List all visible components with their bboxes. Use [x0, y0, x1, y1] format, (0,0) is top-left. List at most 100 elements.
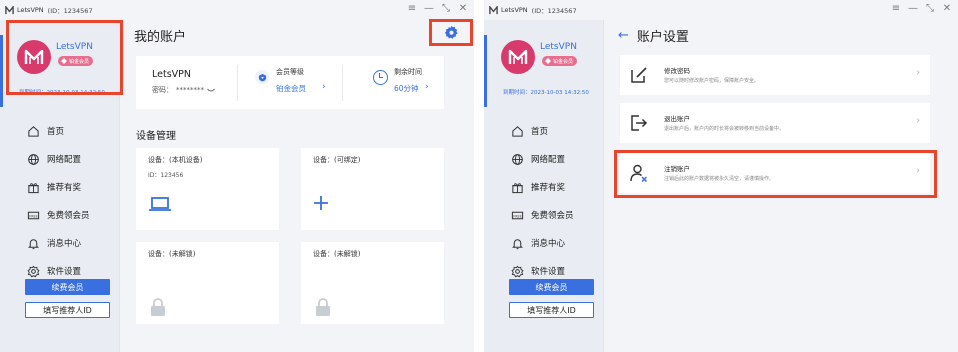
row-title: 退出账户 [664, 115, 690, 123]
chevron-right-icon: › [916, 116, 920, 126]
free-ticket-icon: FREE [510, 208, 524, 222]
app-title: LetsVPN [17, 6, 44, 14]
sidebar-item-referral[interactable]: 推荐有奖 [484, 173, 604, 201]
settings-icon [510, 264, 524, 278]
user-id: (ID：1234567 [47, 7, 93, 15]
row-description: 退出账户后，账户内的时长将会被转移到当前设备中。 [664, 126, 785, 132]
gem-icon [545, 58, 551, 64]
home-icon [26, 124, 40, 138]
avatar [501, 40, 535, 74]
sidebar-item-label: 消息中心 [531, 239, 566, 249]
title-bar: LetsVPN (ID：1234567 [484, 0, 958, 20]
restore-icon[interactable]: ⤡ [441, 3, 451, 15]
sidebar-item-referral[interactable]: 推荐有奖 [0, 173, 120, 201]
globe-icon [510, 152, 524, 166]
password-mask: ******** [176, 86, 204, 94]
sidebar-item-label: 软件设置 [47, 267, 82, 277]
sidebar-item-label: 推荐有奖 [47, 183, 82, 193]
sidebar-item-free-member[interactable]: FREE 免费领会员 [0, 201, 120, 229]
referrer-id-button[interactable]: 填写推荐人ID [25, 302, 110, 318]
referrer-id-button[interactable]: 填写推荐人ID [509, 302, 594, 318]
logout-row[interactable]: 退出账户 退出账户后，账户内的时长将会被转移到当前设备中。 › [620, 103, 930, 143]
app-title: LetsVPN [501, 6, 528, 14]
gift-icon [510, 180, 524, 194]
sidebar-item-label: 推荐有奖 [531, 183, 566, 193]
device-label: 设备：(未解锁) [148, 250, 196, 258]
svg-text:FREE: FREE [513, 214, 521, 218]
close-icon[interactable]: ✕ [458, 3, 468, 15]
membership-badge: 铂金会员 [542, 56, 578, 66]
chevron-right-icon: › [916, 68, 920, 78]
sidebar-item-messages[interactable]: 消息中心 [484, 229, 604, 257]
device-management-title: 设备管理 [136, 131, 176, 142]
active-indicator [484, 35, 487, 107]
sidebar-item-label: 消息中心 [47, 239, 82, 249]
bell-icon [510, 236, 524, 250]
menu-icon[interactable]: ≡ [891, 3, 901, 15]
page-header: ← 账户设置 [618, 26, 689, 45]
change-password-row[interactable]: 修改密码 您可以随时修改账户密码，保障账户安全。 › [620, 55, 930, 95]
edit-icon [631, 67, 647, 83]
lock-icon [151, 298, 165, 316]
chevron-right-icon[interactable]: › [322, 82, 326, 92]
globe-icon [26, 152, 40, 166]
sidebar-item-label: 免费领会员 [531, 211, 574, 221]
password-label: 密码： [152, 86, 173, 94]
brand-name: LetsVPN [540, 42, 577, 52]
settings-gear-button[interactable] [429, 19, 473, 46]
minimize-icon[interactable]: — [424, 3, 434, 15]
gift-icon [26, 180, 40, 194]
add-icon[interactable] [313, 195, 329, 211]
settings-icon [26, 264, 40, 278]
sidebar-nav: 首页 网络配置 推荐有奖 FREE 免费领会员 消息中心 软件设置 [484, 117, 604, 285]
home-icon [510, 124, 524, 138]
brand-logo-icon [508, 49, 528, 64]
row-description: 您可以随时修改账户密码，保障账户安全。 [664, 78, 760, 84]
back-arrow-icon[interactable]: ← [618, 28, 629, 43]
sidebar-item-label: 免费领会员 [47, 211, 90, 221]
app-logo-icon [5, 5, 14, 14]
sidebar-item-home[interactable]: 首页 [484, 117, 604, 145]
chevron-right-icon[interactable]: › [425, 82, 429, 92]
badge-label: 铂金会员 [553, 58, 574, 65]
sidebar-item-network[interactable]: 网络配置 [484, 145, 604, 173]
sidebar-item-network[interactable]: 网络配置 [0, 145, 120, 173]
sidebar-item-label: 首页 [531, 127, 549, 137]
close-icon[interactable]: ✕ [942, 3, 952, 15]
app-logo-icon [489, 5, 498, 14]
main-content: 我的账户 LetsVPN 密码： ******** 会员等级 铂金会员 › 剩余… [120, 19, 474, 352]
row-title: 修改密码 [664, 67, 690, 75]
eye-closed-icon[interactable] [207, 88, 215, 93]
member-level-value[interactable]: 铂金会员 [276, 83, 306, 94]
sidebar-item-home[interactable]: 首页 [0, 117, 120, 145]
account-name: LetsVPN [152, 69, 191, 80]
device-label: 设备：(可绑定) [313, 156, 361, 164]
device-card-locked: 设备：(未解锁) [301, 242, 444, 324]
screenshot-root: LetsVPN (ID：1234567 ≡ — ⤡ ✕ LetsVPN 铂金会员… [0, 0, 958, 352]
title-bar: LetsVPN (ID：1234567 [0, 0, 474, 20]
expiry-text: 到期时间：2023-10-03 14:32:50 [503, 90, 589, 96]
menu-icon[interactable]: ≡ [407, 3, 417, 15]
sidebar-item-messages[interactable]: 消息中心 [0, 229, 120, 257]
user-id: (ID：1234567 [531, 7, 577, 15]
profile-card[interactable]: LetsVPN 铂金会员 到期时间：2023-10-03 14:32:50 [484, 35, 604, 109]
logout-icon [631, 115, 648, 131]
divider [342, 65, 343, 101]
page-title: 账户设置 [636, 30, 689, 45]
minimize-icon[interactable]: — [908, 3, 918, 15]
password-row: 密码： ******** [152, 85, 215, 95]
sidebar-item-label: 首页 [47, 127, 65, 137]
remaining-time-value[interactable]: 60分钟 [394, 83, 419, 94]
device-card-locked: 设备：(未解锁) [136, 242, 279, 324]
device-label: 设备：(本机设备) [148, 156, 203, 164]
renew-membership-button[interactable]: 续费会员 [509, 279, 594, 295]
device-card-current[interactable]: 设备：(本机设备) ID：123456 [136, 148, 279, 230]
sidebar-item-free-member[interactable]: FREE 免费领会员 [484, 201, 604, 229]
restore-icon[interactable]: ⤡ [925, 3, 935, 15]
diamond-shield-icon [255, 70, 269, 84]
renew-membership-button[interactable]: 续费会员 [25, 279, 110, 295]
device-card-bindable[interactable]: 设备：(可绑定) [301, 148, 444, 230]
laptop-icon [149, 197, 171, 211]
remaining-time-label: 剩余时间 [394, 68, 422, 76]
free-ticket-icon: FREE [26, 208, 40, 222]
